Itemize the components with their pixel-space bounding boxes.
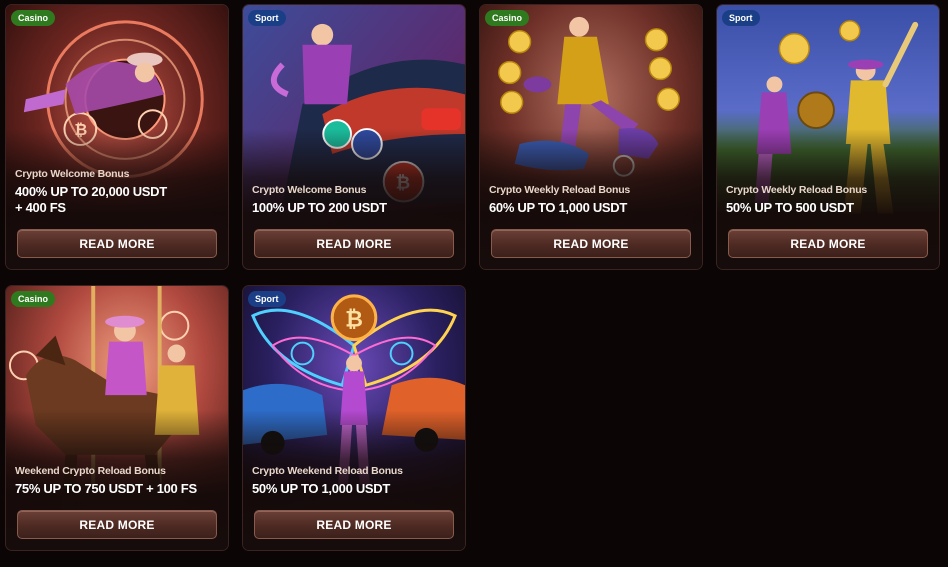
promo-card-sport-weekly-reload[interactable]: Sport Crypto Weekly Reload Bonus 50% UP … [716, 4, 940, 270]
promo-card-sport-weekend-reload[interactable]: ₿ Sport Crypto Weekend Reload Bonus 50% … [242, 285, 466, 551]
promo-headline-line1: 50% UP TO 500 USDT [726, 200, 854, 215]
promo-headline-line1: 60% UP TO 1,000 USDT [489, 200, 628, 215]
promo-headline-line1: 75% UP TO 750 USDT + 100 FS [15, 481, 197, 496]
promotions-grid: ₿ Casino Crypto Welcome Bonus 400% UP TO… [0, 0, 948, 567]
promo-card-sport-welcome[interactable]: ₿ Sport Crypto Welcome Bonus 100% UP TO … [242, 4, 466, 270]
promo-text: Crypto Weekly Reload Bonus 60% UP TO 1,0… [489, 184, 694, 216]
promo-subtitle: Crypto Welcome Bonus [15, 168, 130, 180]
promo-headline: 400% UP TO 20,000 USDT + 400 FS [15, 184, 220, 216]
promo-text: Crypto Weekend Reload Bonus 50% UP TO 1,… [252, 465, 457, 497]
promo-text: Crypto Welcome Bonus 100% UP TO 200 USDT [252, 184, 457, 216]
promo-card-casino-weekly-reload[interactable]: Casino Crypto Weekly Reload Bonus 60% UP… [479, 4, 703, 270]
category-badge-casino: Casino [11, 10, 56, 26]
promo-text: Crypto Weekly Reload Bonus 50% UP TO 500… [726, 184, 931, 216]
promo-text: Weekend Crypto Reload Bonus 75% UP TO 75… [15, 465, 220, 497]
promo-subtitle: Crypto Welcome Bonus [252, 184, 367, 196]
read-more-button[interactable]: READ MORE [17, 229, 217, 258]
promo-headline: 50% UP TO 500 USDT [726, 200, 931, 216]
promo-text: Crypto Welcome Bonus 400% UP TO 20,000 U… [15, 168, 220, 216]
read-more-button[interactable]: READ MORE [17, 510, 217, 539]
promo-subtitle: Weekend Crypto Reload Bonus [15, 465, 166, 477]
category-badge-sport: Sport [248, 291, 286, 307]
promo-headline: 75% UP TO 750 USDT + 100 FS [15, 481, 220, 497]
promo-subtitle: Crypto Weekend Reload Bonus [252, 465, 403, 477]
svg-text:₿: ₿ [345, 308, 363, 333]
read-more-button[interactable]: READ MORE [254, 510, 454, 539]
promo-headline-line2: + 400 FS [15, 200, 66, 215]
promo-card-casino-welcome[interactable]: ₿ Casino Crypto Welcome Bonus 400% UP TO… [5, 4, 229, 270]
promo-subtitle: Crypto Weekly Reload Bonus [726, 184, 868, 196]
promo-headline: 100% UP TO 200 USDT [252, 200, 457, 216]
promo-headline-line1: 100% UP TO 200 USDT [252, 200, 387, 215]
read-more-button[interactable]: READ MORE [254, 229, 454, 258]
promo-headline: 60% UP TO 1,000 USDT [489, 200, 694, 216]
category-badge-casino: Casino [11, 291, 56, 307]
promo-subtitle: Crypto Weekly Reload Bonus [489, 184, 631, 196]
category-badge-casino: Casino [485, 10, 530, 26]
promo-card-casino-weekend-reload[interactable]: Casino Weekend Crypto Reload Bonus 75% U… [5, 285, 229, 551]
promo-headline: 50% UP TO 1,000 USDT [252, 481, 457, 497]
category-badge-sport: Sport [722, 10, 760, 26]
category-badge-sport: Sport [248, 10, 286, 26]
read-more-button[interactable]: READ MORE [728, 229, 928, 258]
promo-headline-line1: 50% UP TO 1,000 USDT [252, 481, 391, 496]
promo-headline-line1: 400% UP TO 20,000 USDT [15, 184, 167, 199]
read-more-button[interactable]: READ MORE [491, 229, 691, 258]
